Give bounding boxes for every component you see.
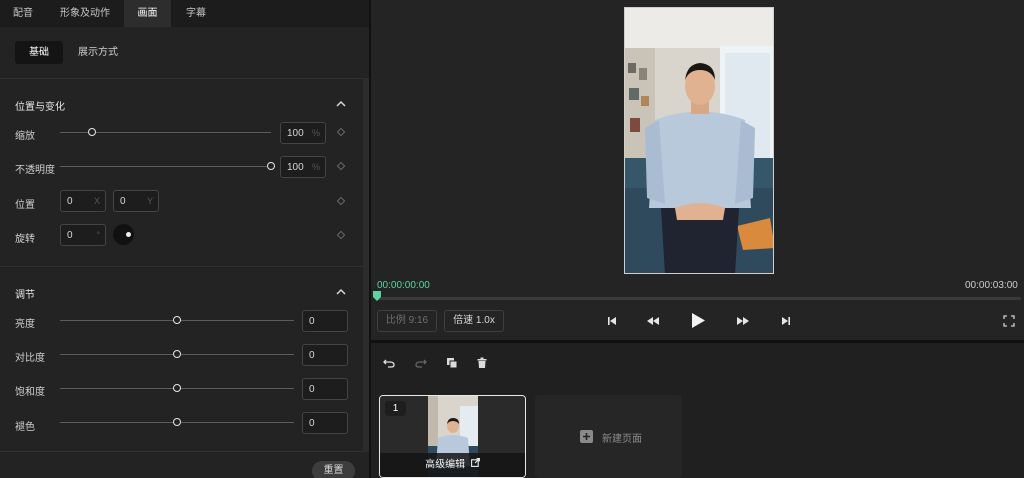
opacity-unit: % <box>311 162 320 172</box>
presenter-image <box>625 8 773 273</box>
position-x-unit: X <box>93 196 100 206</box>
subtab-basic[interactable]: 基础 <box>15 41 63 64</box>
current-time: 00:00:00:00 <box>377 280 430 291</box>
tab-picture[interactable]: 画面 <box>124 0 171 27</box>
saturation-slider-knob[interactable] <box>173 384 181 392</box>
position-x-input[interactable]: 0 X <box>60 190 106 212</box>
contrast-input[interactable]: 0 <box>302 344 348 366</box>
brightness-value: 0 <box>309 316 315 327</box>
saturation-label: 饱和度 <box>15 387 45 398</box>
keyframe-diamond-icon[interactable] <box>336 127 346 137</box>
rotation-unit: ° <box>96 230 100 240</box>
contrast-value: 0 <box>309 350 315 361</box>
saturation-input[interactable]: 0 <box>302 378 348 400</box>
fade-input[interactable]: 0 <box>302 412 348 434</box>
rewind-icon[interactable] <box>646 315 660 327</box>
keyframe-diamond-icon[interactable] <box>336 230 346 240</box>
position-x-value: 0 <box>67 196 73 207</box>
position-y-input[interactable]: 0 Y <box>113 190 159 212</box>
advanced-edit-button[interactable]: 高级编辑 <box>380 453 525 477</box>
top-tab-bar: 配音 形象及动作 画面 字幕 <box>0 0 369 27</box>
plus-icon <box>580 430 593 443</box>
speed-button[interactable]: 倍速 1.0x <box>444 310 504 332</box>
properties-panel: 配音 形象及动作 画面 字幕 基础 展示方式 位置与变化 缩放 100 % 不透… <box>0 0 369 478</box>
brightness-input[interactable]: 0 <box>302 310 348 332</box>
divider <box>0 266 363 267</box>
scene-card[interactable]: 1 高级编辑 <box>379 395 526 478</box>
position-y-unit: Y <box>146 196 153 206</box>
tab-dubbing[interactable]: 配音 <box>0 0 46 27</box>
fullscreen-icon[interactable] <box>1003 315 1015 327</box>
reset-button[interactable]: 重置 <box>312 461 355 478</box>
divider <box>0 78 363 79</box>
opacity-value: 100 <box>287 162 304 173</box>
brightness-label: 亮度 <box>15 319 35 330</box>
section-title-position: 位置与变化 <box>15 102 65 113</box>
keyframe-diamond-icon[interactable] <box>336 161 346 171</box>
opacity-slider-knob[interactable] <box>267 162 275 170</box>
opacity-label: 不透明度 <box>15 165 55 176</box>
rotation-dial-handle[interactable] <box>126 232 131 237</box>
contrast-label: 对比度 <box>15 353 45 364</box>
trash-icon[interactable] <box>476 357 488 369</box>
subtab-display-mode[interactable]: 展示方式 <box>70 41 126 64</box>
play-icon[interactable] <box>691 312 706 329</box>
playhead-marker[interactable] <box>373 291 381 301</box>
fade-label: 褪色 <box>15 422 35 433</box>
scale-slider-knob[interactable] <box>87 128 96 136</box>
chevron-up-icon[interactable] <box>334 285 348 299</box>
rotation-label: 旋转 <box>15 234 35 245</box>
scene-number-badge: 1 <box>385 401 406 416</box>
new-page-button[interactable]: 新建页面 <box>535 395 682 478</box>
section-title-adjust: 调节 <box>15 290 35 301</box>
copy-icon[interactable] <box>446 357 458 369</box>
saturation-value: 0 <box>309 384 315 395</box>
rotation-value: 0 <box>67 230 73 241</box>
advanced-edit-label: 高级编辑 <box>425 459 466 471</box>
scale-value: 100 <box>287 128 304 139</box>
progress-bar[interactable] <box>377 297 1021 300</box>
scale-unit: % <box>311 128 320 138</box>
fade-value: 0 <box>309 418 315 429</box>
redo-icon[interactable] <box>415 357 427 369</box>
opacity-input[interactable]: 100 % <box>280 156 326 178</box>
chevron-up-icon[interactable] <box>334 97 348 111</box>
total-time: 00:00:03:00 <box>965 280 1018 291</box>
brightness-slider-knob[interactable] <box>173 316 181 324</box>
undo-icon[interactable] <box>383 357 395 369</box>
new-page-label: 新建页面 <box>602 434 642 445</box>
fast-forward-icon[interactable] <box>736 315 750 327</box>
skip-start-icon[interactable] <box>606 315 618 327</box>
skip-end-icon[interactable] <box>780 315 792 327</box>
keyframe-diamond-icon[interactable] <box>336 196 346 206</box>
contrast-slider-knob[interactable] <box>173 350 181 358</box>
fade-slider-knob[interactable] <box>173 418 181 426</box>
position-label: 位置 <box>15 200 35 211</box>
external-link-icon <box>470 453 480 477</box>
scale-label: 缩放 <box>15 131 35 142</box>
opacity-slider-track[interactable] <box>60 166 271 167</box>
divider <box>0 451 363 452</box>
scale-input[interactable]: 100 % <box>280 122 326 144</box>
tab-avatar-action[interactable]: 形象及动作 <box>46 0 124 27</box>
rotation-input[interactable]: 0 ° <box>60 224 106 246</box>
ratio-button[interactable]: 比例 9:16 <box>377 310 437 332</box>
video-preview[interactable] <box>624 7 774 274</box>
rotation-dial[interactable] <box>113 224 134 245</box>
position-y-value: 0 <box>120 196 126 207</box>
tab-subtitle[interactable]: 字幕 <box>171 0 221 27</box>
